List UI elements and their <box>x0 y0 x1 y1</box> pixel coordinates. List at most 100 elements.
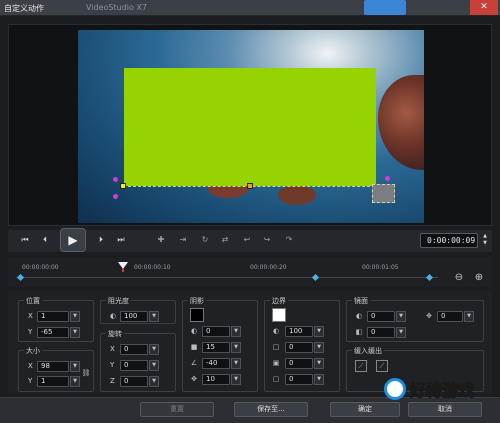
reverse-keyframe-icon[interactable]: ↻ <box>196 232 214 248</box>
mirror-opacity-field[interactable]: 0 <box>367 311 395 322</box>
shadow-distance-icon: ✥ <box>191 375 197 383</box>
mirror-distance-field[interactable]: 0 <box>437 311 463 322</box>
border-opacity-field[interactable]: 100 <box>285 326 313 337</box>
rotation-x-field[interactable]: 0 <box>120 344 148 355</box>
border-width-icon: □ <box>272 343 280 351</box>
timecode-spinner[interactable]: ▲ ▼ <box>481 233 489 248</box>
rotation-y-label: Y <box>110 361 115 369</box>
link-icon[interactable]: ⛓ <box>81 368 91 378</box>
border-corner-field[interactable]: 0 <box>285 374 313 385</box>
background-tab <box>364 0 406 15</box>
tick-label: 00:00:00:10 <box>134 264 171 271</box>
overlay-object[interactable] <box>124 68 376 186</box>
mirror-blur-icon: ◧ <box>355 328 363 336</box>
background-rock <box>378 75 424 170</box>
rotation-y-dropdown[interactable]: ▼ <box>149 360 159 371</box>
timeline-track[interactable] <box>16 277 438 278</box>
shadow-object[interactable] <box>372 184 395 203</box>
reset-button[interactable]: 重置 <box>140 402 214 417</box>
window-title: 自定义动作 <box>4 4 44 13</box>
cancel-button[interactable]: 取消 <box>408 402 482 417</box>
size-x-field[interactable]: 98 <box>37 361 69 372</box>
position-x-dropdown[interactable]: ▼ <box>70 311 80 322</box>
shadow-distance-dropdown[interactable]: ▼ <box>231 374 241 385</box>
timecode-field[interactable]: 0:00:00:09 <box>420 233 478 248</box>
rotate-handle[interactable] <box>385 176 390 181</box>
shadow-distance-field[interactable]: 10 <box>202 374 230 385</box>
opacity-field[interactable]: 100 <box>120 311 148 322</box>
title-bar: 自定义动作 VideoStudio X7 ✕ <box>0 0 500 16</box>
step-back-icon[interactable]: ⏴ <box>38 233 52 247</box>
background-app-title: VideoStudio X7 <box>86 3 148 12</box>
shadow-blur-dropdown[interactable]: ▼ <box>231 342 241 353</box>
border-opacity-dropdown[interactable]: ▼ <box>314 326 324 337</box>
shadow-angle-dropdown[interactable]: ▼ <box>231 358 241 369</box>
border-corner-dropdown[interactable]: ▼ <box>314 374 324 385</box>
background-rock <box>278 185 316 205</box>
step-forward-icon[interactable]: ⏵ <box>94 233 108 247</box>
shadow-opacity-dropdown[interactable]: ▼ <box>231 326 241 337</box>
position-x-field[interactable]: 1 <box>37 311 69 322</box>
tick-label: 00:00:01:05 <box>362 264 399 271</box>
border-corner-icon: ▢ <box>272 375 280 383</box>
shadow-opacity-field[interactable]: 0 <box>202 326 230 337</box>
playhead-icon[interactable] <box>118 262 128 272</box>
border-color-swatch[interactable] <box>272 308 286 322</box>
zoom-out-icon[interactable]: ⊖ <box>453 272 465 284</box>
position-y-field[interactable]: -65 <box>37 327 69 338</box>
play-button[interactable]: ▶ <box>60 228 86 252</box>
watermark-logo-icon <box>384 378 406 400</box>
rotation-z-dropdown[interactable]: ▼ <box>149 376 159 387</box>
ok-button[interactable]: 确定 <box>330 402 400 417</box>
shadow-blur-field[interactable]: 15 <box>202 342 230 353</box>
border-soft-field[interactable]: 0 <box>285 358 313 369</box>
add-keyframe-icon[interactable]: ✚ <box>152 232 170 248</box>
ease-in-icon[interactable]: ⟋ <box>355 360 367 372</box>
resize-handle[interactable] <box>247 183 253 189</box>
skip-end-icon[interactable]: ⏭ <box>114 233 128 247</box>
shadow-color-swatch[interactable] <box>190 308 204 322</box>
position-y-dropdown[interactable]: ▼ <box>70 327 80 338</box>
rotation-x-label: X <box>110 345 115 353</box>
shadow-angle-icon: ∠ <box>190 359 198 367</box>
border-label: 边界 <box>270 296 288 306</box>
shadow-label: 阴影 <box>188 296 206 306</box>
rotation-x-dropdown[interactable]: ▼ <box>149 344 159 355</box>
size-x-dropdown[interactable]: ▼ <box>70 361 80 372</box>
mirror-blur-dropdown[interactable]: ▼ <box>396 327 406 338</box>
timeline-ruler[interactable] <box>8 257 492 287</box>
move-right-icon[interactable]: ↪ <box>258 232 276 248</box>
rotate-handle[interactable] <box>113 177 118 182</box>
shadow-angle-field[interactable]: -40 <box>202 358 230 369</box>
position-y-label: Y <box>28 328 33 336</box>
fade-label: 缓入缓出 <box>352 346 384 356</box>
border-opacity-icon: ◐ <box>272 327 280 335</box>
move-left-icon[interactable]: ↩ <box>238 232 256 248</box>
mirror-distance-dropdown[interactable]: ▼ <box>464 311 474 322</box>
remove-keyframe-icon[interactable]: ⇥ <box>174 232 192 248</box>
rotation-z-label: Z <box>110 377 115 385</box>
mirror-distance-icon: ✥ <box>426 312 432 320</box>
save-to-button[interactable]: 保存至... <box>234 402 308 417</box>
resize-handle[interactable] <box>120 183 126 189</box>
opacity-icon: ◐ <box>109 312 117 320</box>
border-width-dropdown[interactable]: ▼ <box>314 342 324 353</box>
opacity-dropdown[interactable]: ▼ <box>149 311 159 322</box>
rotation-y-field[interactable]: 0 <box>120 360 148 371</box>
goto-keyframe-icon[interactable]: ↷ <box>280 232 298 248</box>
size-y-dropdown[interactable]: ▼ <box>70 376 80 387</box>
swap-keyframe-icon[interactable]: ⇄ <box>216 232 234 248</box>
mirror-opacity-dropdown[interactable]: ▼ <box>396 311 406 322</box>
size-y-field[interactable]: 1 <box>37 376 69 387</box>
rotate-handle[interactable] <box>113 194 118 199</box>
zoom-in-icon[interactable]: ⊕ <box>473 272 485 284</box>
border-soft-icon: ▣ <box>272 359 280 367</box>
ease-out-icon[interactable]: ⟋ <box>376 360 388 372</box>
mirror-blur-field[interactable]: 0 <box>367 327 395 338</box>
skip-start-icon[interactable]: ⏮ <box>18 233 32 247</box>
close-button[interactable]: ✕ <box>470 0 498 15</box>
rotation-z-field[interactable]: 0 <box>120 376 148 387</box>
position-label: 位置 <box>24 296 42 306</box>
border-width-field[interactable]: 0 <box>285 342 313 353</box>
border-soft-dropdown[interactable]: ▼ <box>314 358 324 369</box>
